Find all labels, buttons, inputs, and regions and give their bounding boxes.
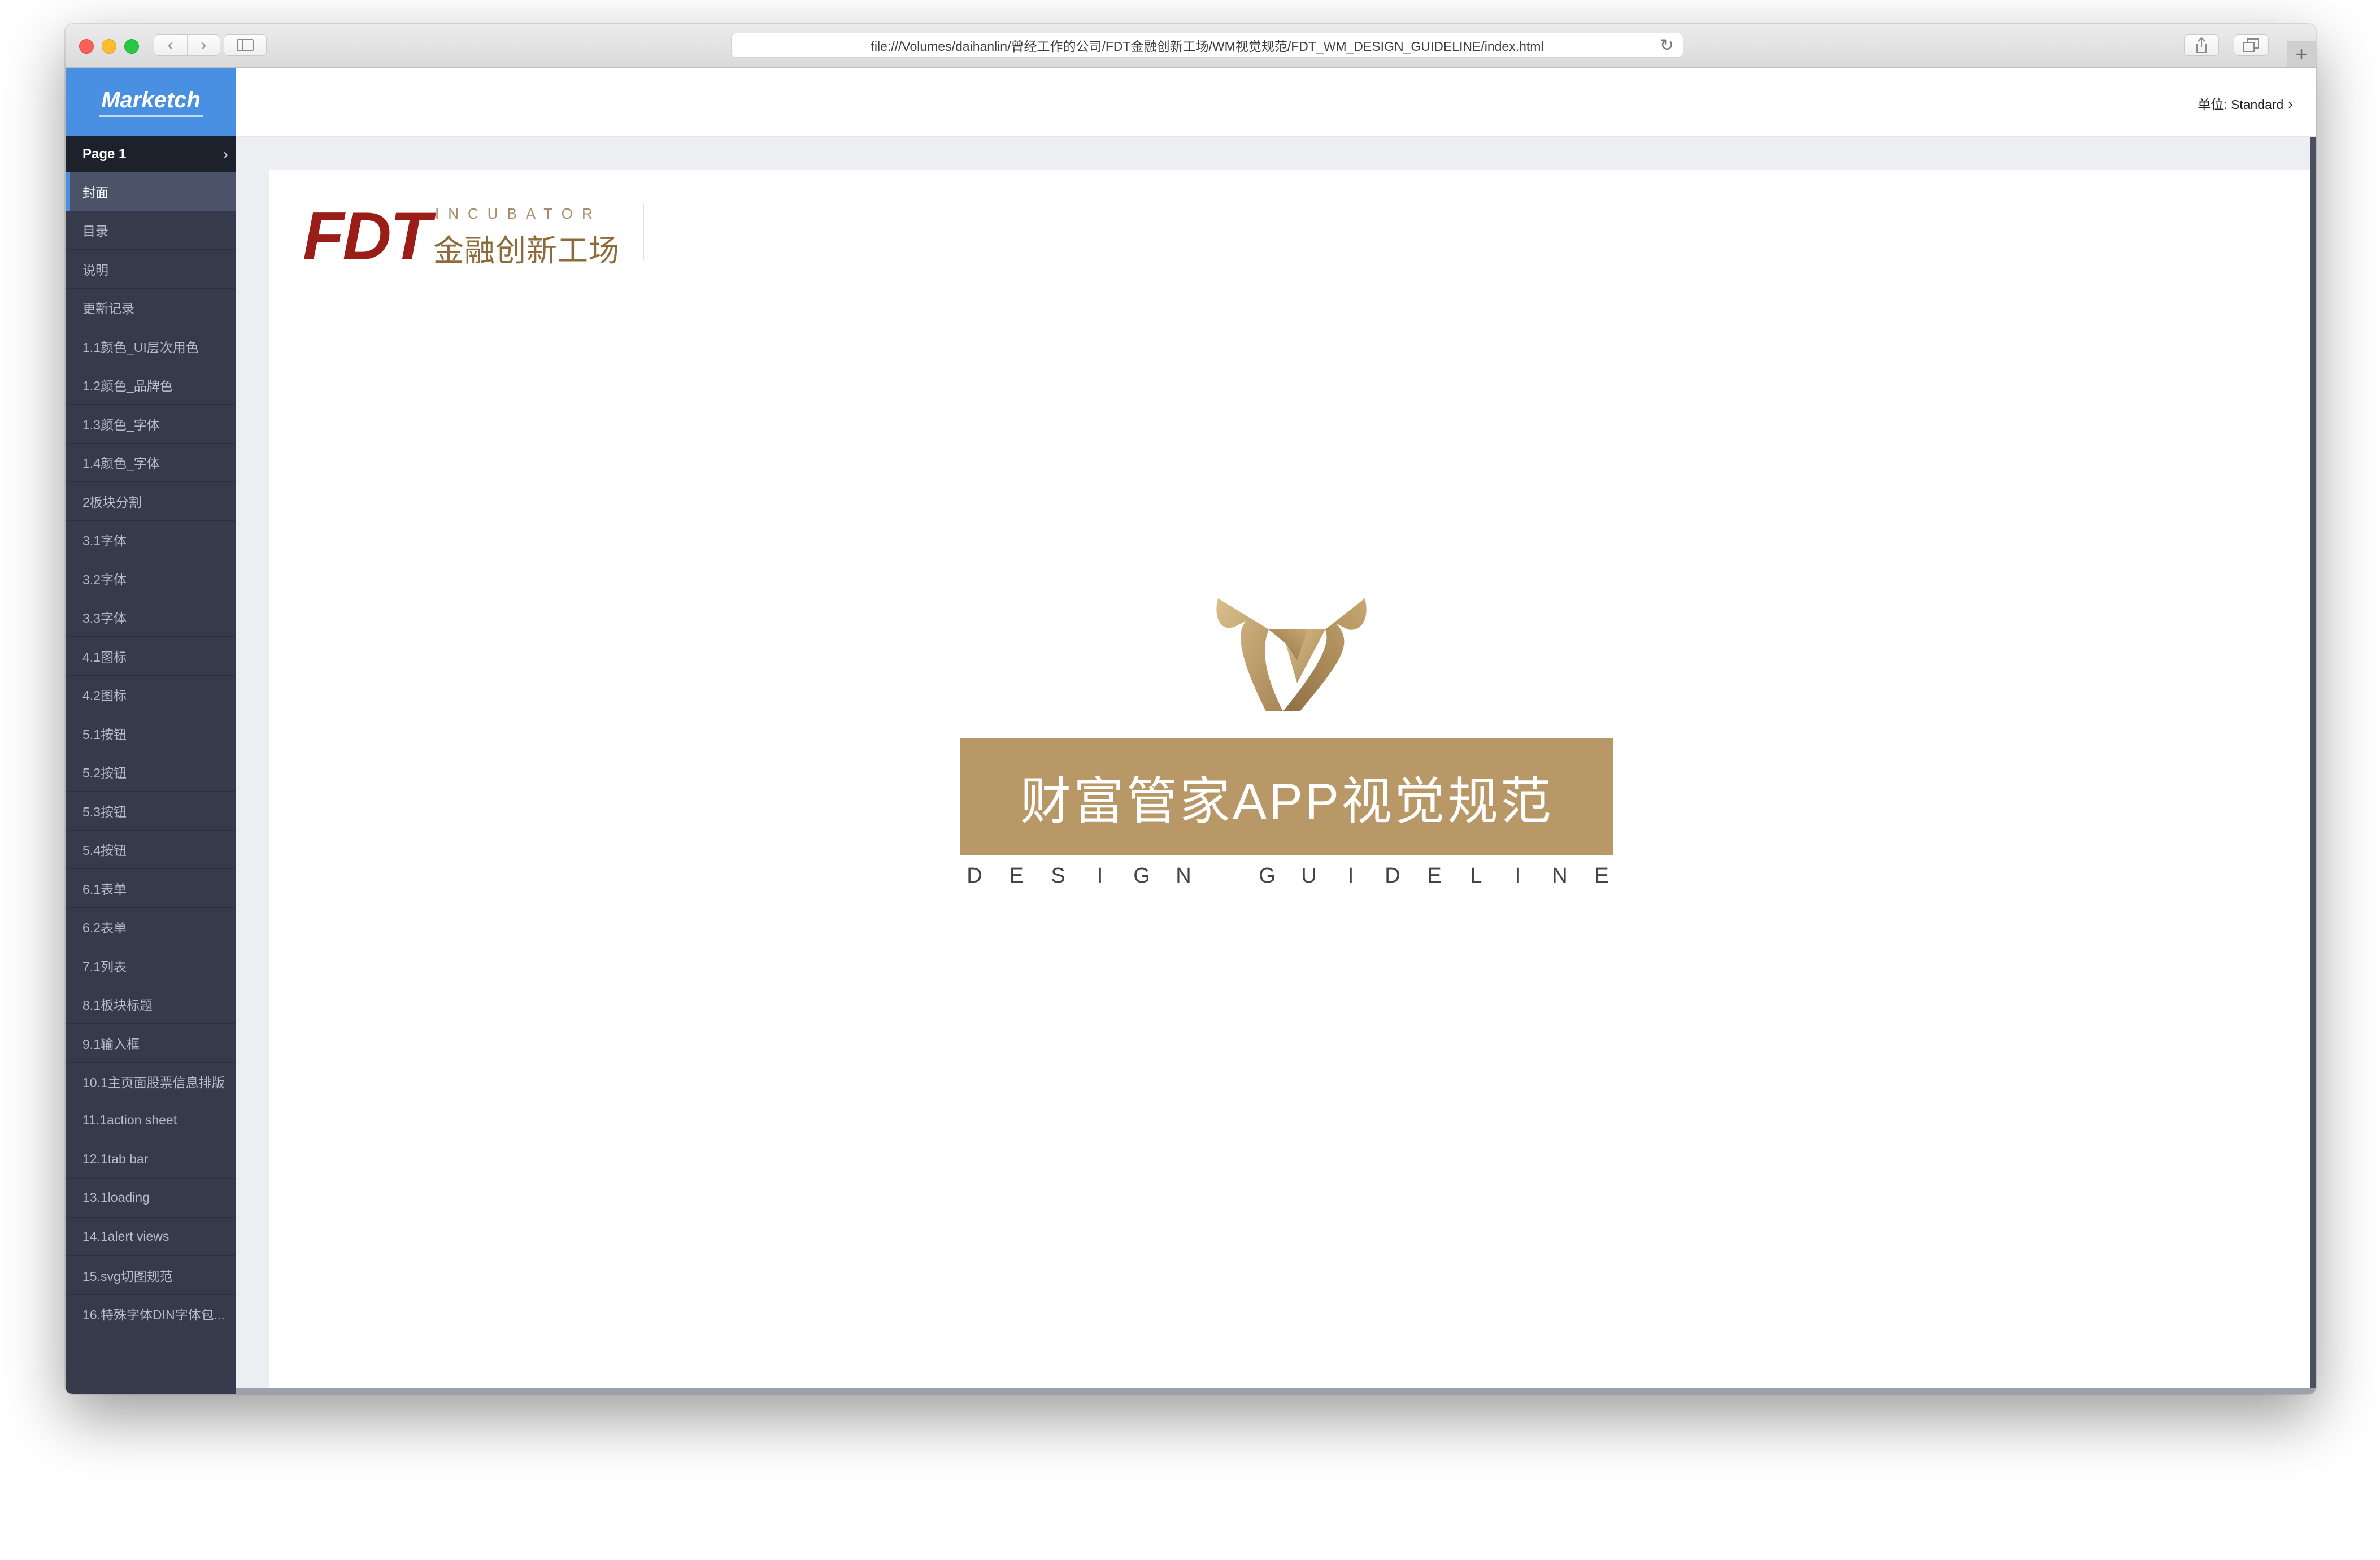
chevron-right-icon: › xyxy=(2288,95,2293,112)
scroll-edge xyxy=(2310,137,2316,1394)
sidebar-item[interactable]: 14.1alert views xyxy=(66,1218,236,1256)
subtitle-letter: U xyxy=(1301,864,1317,888)
new-tab-button[interactable]: + xyxy=(2287,41,2316,67)
subtitle-letter: I xyxy=(1515,864,1521,888)
title-text: 财富管家APP视觉规范 xyxy=(1020,774,1554,830)
subtitle-letter: L xyxy=(1470,864,1482,888)
sidebar-item[interactable]: 9.1输入框 xyxy=(66,1024,236,1063)
tabs-icon xyxy=(2243,38,2259,52)
forward-button[interactable]: › xyxy=(188,35,220,55)
subtitle-letter: G xyxy=(1133,864,1150,888)
sidebar-item[interactable]: 3.3字体 xyxy=(66,598,236,637)
logo-divider xyxy=(643,203,644,260)
horizontal-scrollbar[interactable] xyxy=(236,1388,2316,1394)
share-button[interactable] xyxy=(2184,34,2219,56)
subtitle-letter xyxy=(1211,864,1239,888)
subtitle-letter: D xyxy=(967,864,982,888)
back-button[interactable]: ‹ xyxy=(154,35,188,55)
zoom-window-button[interactable] xyxy=(124,39,139,54)
sidebar-item[interactable]: 封面 xyxy=(66,172,236,211)
sidebar-item[interactable]: 8.1板块标题 xyxy=(66,985,236,1024)
sidebar-item[interactable]: 10.1主页面股票信息排版 xyxy=(66,1063,236,1101)
browser-window: ‹ › file:///Volumes/daihanlin/曾经工作的公司/FD… xyxy=(66,24,2316,1394)
marketch-sidebar: Marketch Page 1 › 封面 目录 说明 更新记录 1.1颜色_UI层次用色… xyxy=(66,68,236,1394)
incubator-text: INCUBATOR xyxy=(435,205,602,222)
sidebar-item[interactable]: 1.3颜色_字体 xyxy=(66,405,236,444)
sidebar-item[interactable]: 6.2表单 xyxy=(66,908,236,946)
sidebar-item[interactable]: 5.1按钮 xyxy=(66,714,236,753)
sidebar-item[interactable]: 5.2按钮 xyxy=(66,753,236,792)
sidebar-item[interactable]: 15.svg切图规范 xyxy=(66,1256,236,1295)
subtitle-letter: I xyxy=(1347,864,1354,888)
main-header: 单位: Standard › xyxy=(236,68,2316,137)
artboard-list: 封面 目录 说明 更新记录 1.1颜色_UI层次用色 1.2颜色_品牌色 1.3颜色_字体 1… xyxy=(66,172,236,1333)
sidebar-item[interactable]: 7.1列表 xyxy=(66,946,236,985)
sidebar-item[interactable]: 1.4颜色_字体 xyxy=(66,444,236,482)
sidebar-item[interactable]: 4.2图标 xyxy=(66,676,236,714)
sidebar-item[interactable]: 1.2颜色_品牌色 xyxy=(66,366,236,405)
page-label: Page 1 xyxy=(82,146,127,162)
company-name: 金融创新工场 xyxy=(433,234,620,268)
sidebar-item[interactable]: 13.1loading xyxy=(66,1179,236,1218)
close-window-button[interactable] xyxy=(79,39,94,54)
show-tabs-button[interactable] xyxy=(2234,34,2269,56)
cover-title: 财富管家APP视觉规范 xyxy=(960,738,1613,855)
browser-toolbar: ‹ › file:///Volumes/daihanlin/曾经工作的公司/FD… xyxy=(66,24,2316,68)
w-logo-icon xyxy=(1216,598,1367,711)
subtitle-letter: E xyxy=(1009,864,1024,888)
subtitle-letter: S xyxy=(1051,864,1065,888)
sidebar-item[interactable]: 4.1图标 xyxy=(66,637,236,676)
sidebar-item[interactable]: 5.3按钮 xyxy=(66,792,236,831)
sidebar-item[interactable]: 更新记录 xyxy=(66,289,236,327)
sidebar-item[interactable]: 11.1action sheet xyxy=(66,1101,236,1140)
subtitle-letter: E xyxy=(1594,864,1609,888)
sidebar-item[interactable]: 1.1颜色_UI层次用色 xyxy=(66,327,236,366)
chevron-right-icon: › xyxy=(223,145,228,163)
page-selector[interactable]: Page 1 › xyxy=(66,136,236,172)
subtitle-letter: D xyxy=(1385,864,1400,888)
sidebar-item[interactable]: 12.1tab bar xyxy=(66,1140,236,1179)
reload-icon[interactable]: ↻ xyxy=(1660,36,1674,55)
sidebar-item[interactable]: 说明 xyxy=(66,250,236,289)
sidebar-item[interactable]: 3.2字体 xyxy=(66,559,236,598)
subtitle-letter: G xyxy=(1259,864,1276,888)
sidebar-item[interactable]: 16.特殊字体DIN字体包... xyxy=(66,1295,236,1333)
address-bar[interactable]: file:///Volumes/daihanlin/曾经工作的公司/FDT金融创… xyxy=(731,33,1683,58)
history-nav: ‹ › xyxy=(154,34,220,56)
share-icon xyxy=(2196,37,2207,53)
sidebar-item[interactable]: 5.4按钮 xyxy=(66,831,236,869)
minimize-window-button[interactable] xyxy=(102,39,116,54)
subtitle-letter: E xyxy=(1427,864,1442,888)
subtitle-letter: N xyxy=(1552,864,1568,888)
sidebar-icon xyxy=(237,39,254,51)
subtitle-letter: N xyxy=(1176,864,1191,888)
brand-logo[interactable]: Marketch xyxy=(99,88,203,117)
artboard-cover: FDT INCUBATOR 金融创新工场 财富管家APP视觉规范 D E S I… xyxy=(269,170,2311,1394)
url-text: file:///Volumes/daihanlin/曾经工作的公司/FDT金融创… xyxy=(871,39,1544,54)
artboard-canvas[interactable]: FDT INCUBATOR 金融创新工场 财富管家APP视觉规范 D E S I… xyxy=(236,137,2316,1394)
unit-selector[interactable]: 单位: Standard › xyxy=(2198,94,2293,113)
unit-label: 单位: Standard xyxy=(2198,97,2284,112)
fdt-logo: FDT xyxy=(303,198,431,274)
sidebar-item[interactable]: 目录 xyxy=(66,211,236,250)
brand-header: Marketch xyxy=(66,68,236,136)
design-guideline-subtitle: DESIGN GUIDELINE xyxy=(960,864,1616,888)
sidebar-item[interactable]: 2板块分割 xyxy=(66,482,236,521)
subtitle-letter: I xyxy=(1097,864,1103,888)
sidebar-toggle-button[interactable] xyxy=(224,34,267,56)
sidebar-item[interactable]: 6.1表单 xyxy=(66,869,236,908)
sidebar-item[interactable]: 3.1字体 xyxy=(66,521,236,559)
